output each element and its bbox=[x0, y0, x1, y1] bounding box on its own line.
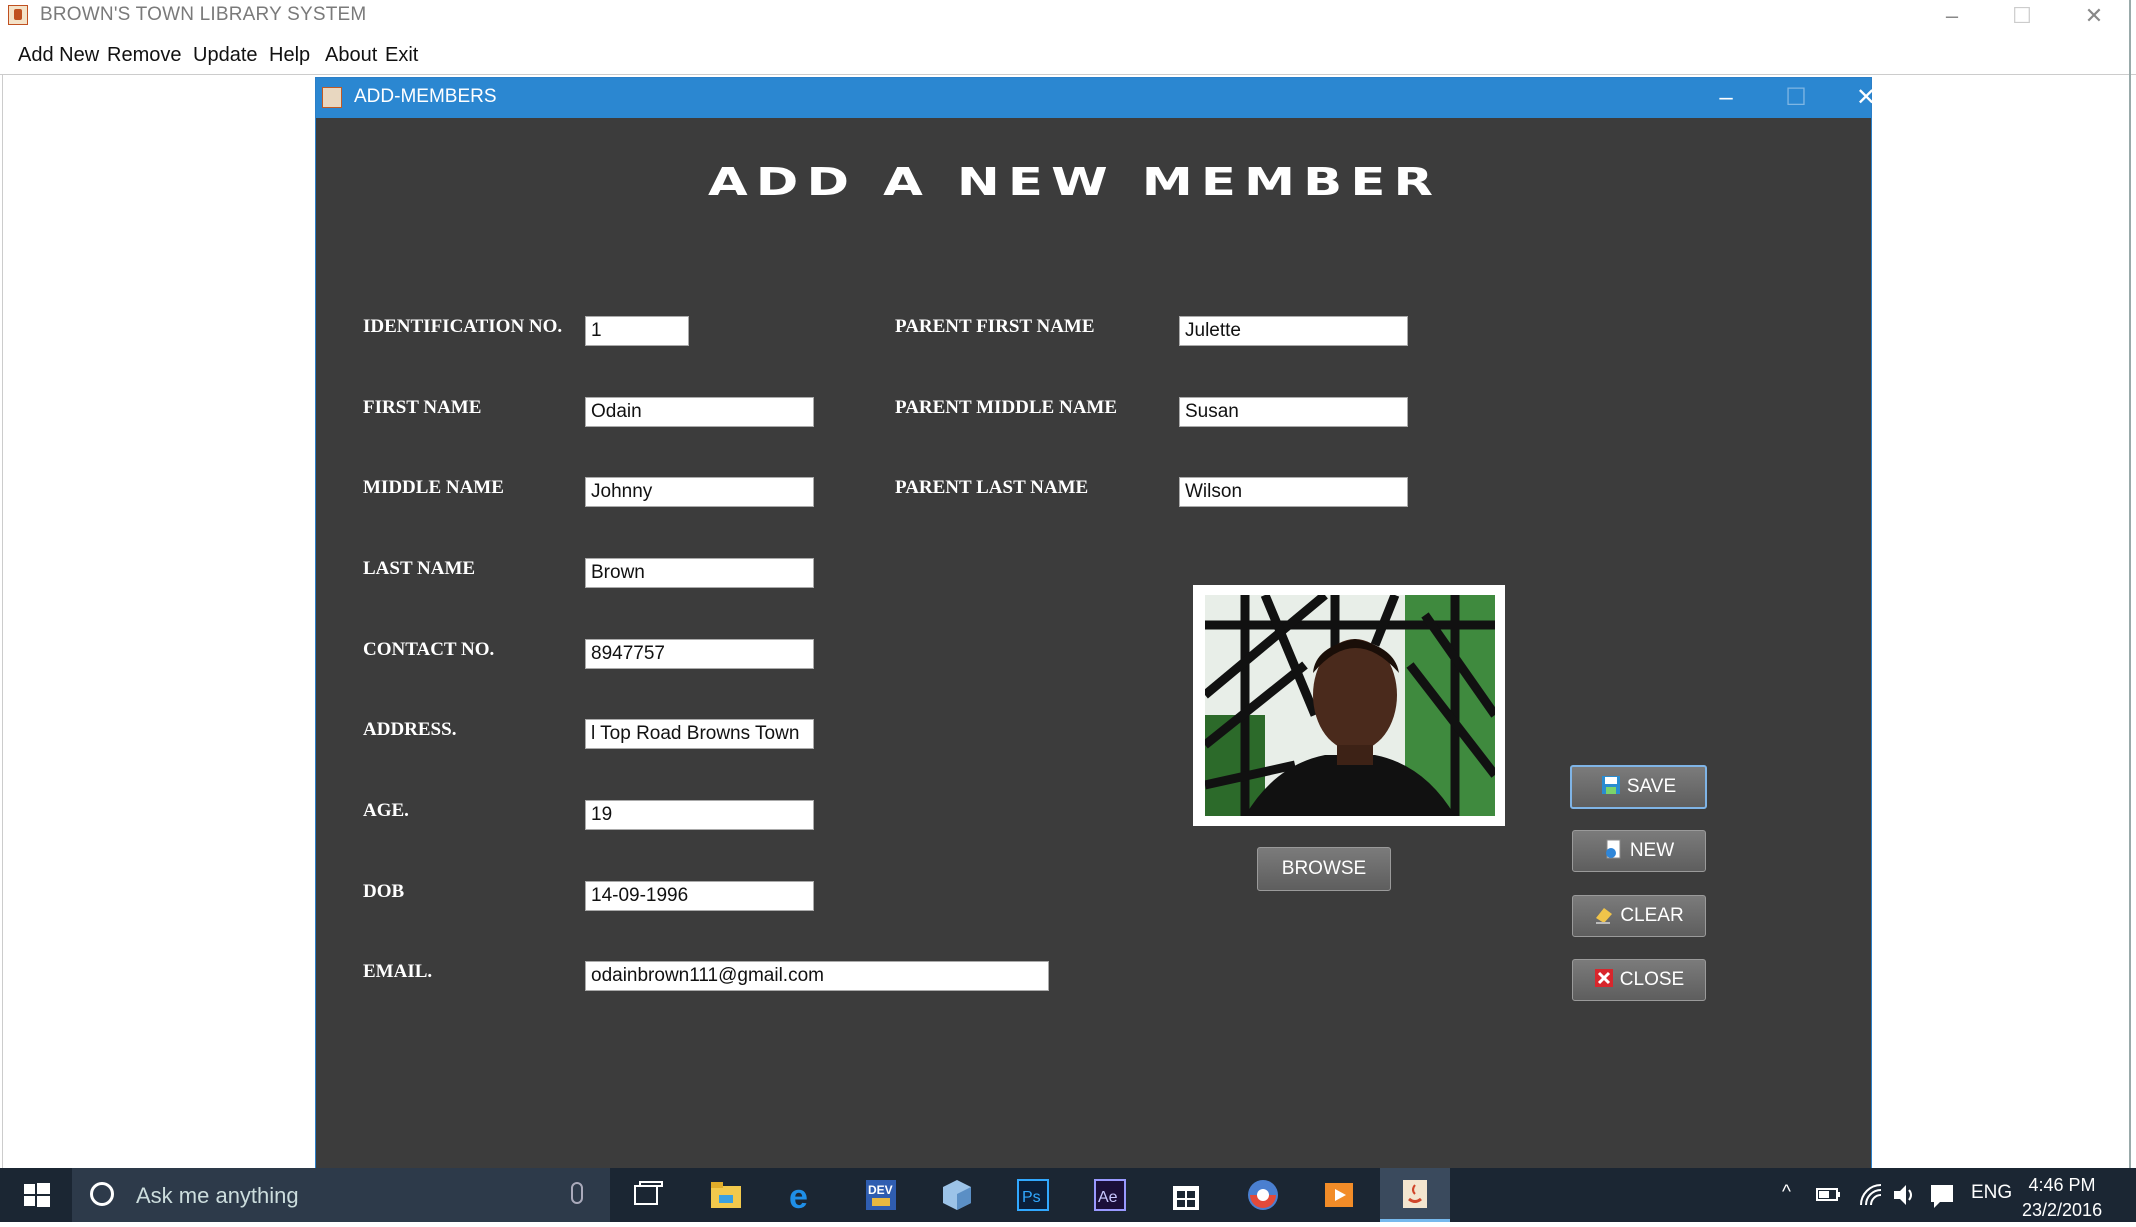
parent-middle-name-label: PARENT MIDDLE NAME bbox=[895, 397, 1118, 418]
search-input[interactable]: Ask me anything bbox=[136, 1183, 299, 1209]
window-border-right bbox=[2129, 0, 2131, 1175]
action-center-icon[interactable] bbox=[1928, 1181, 1956, 1209]
window-border bbox=[2, 75, 3, 1175]
window-title: BROWN'S TOWN LIBRARY SYSTEM bbox=[40, 4, 367, 25]
clear-button[interactable]: CLEAR bbox=[1572, 895, 1706, 937]
age-label: AGE. bbox=[363, 800, 409, 821]
minimize-icon[interactable]: – bbox=[1918, 0, 1986, 31]
save-label: SAVE bbox=[1626, 776, 1677, 797]
dob-field[interactable]: 14-09-1996 bbox=[585, 881, 814, 911]
parent-first-name-label: PARENT FIRST NAME bbox=[895, 316, 1095, 337]
edge-icon[interactable]: e bbox=[787, 1178, 821, 1212]
frame-close-icon[interactable]: ✕ bbox=[1836, 78, 1896, 118]
first-name-field[interactable]: Odain bbox=[585, 397, 814, 427]
frame-title: ADD-MEMBERS bbox=[354, 86, 497, 107]
java-app-icon bbox=[8, 5, 28, 25]
svg-text:DEV: DEV bbox=[868, 1183, 893, 1197]
eraser-icon bbox=[1594, 899, 1614, 924]
menu-remove[interactable]: Remove bbox=[107, 44, 181, 67]
middle-name-field[interactable]: Johnny bbox=[585, 477, 814, 507]
svg-text:Ps: Ps bbox=[1022, 1189, 1041, 1206]
main-titlebar: BROWN'S TOWN LIBRARY SYSTEM – ☐ ✕ bbox=[0, 0, 2136, 31]
clock-time: 4:46 PM bbox=[2028, 1175, 2096, 1195]
save-button[interactable]: SAVE bbox=[1570, 765, 1707, 809]
java-icon bbox=[1403, 1180, 1427, 1208]
file-explorer-icon[interactable] bbox=[709, 1178, 743, 1212]
maximize-icon[interactable]: ☐ bbox=[1988, 0, 2056, 31]
frame-titlebar: ADD-MEMBERS – ☐ ✕ bbox=[316, 78, 1876, 118]
close-x-icon bbox=[1594, 963, 1614, 987]
store-icon[interactable] bbox=[1169, 1178, 1203, 1212]
svg-text:e: e bbox=[789, 1178, 808, 1212]
menu-about[interactable]: About bbox=[325, 44, 377, 67]
wifi-icon[interactable] bbox=[1857, 1181, 1885, 1209]
show-hidden-icons-icon[interactable]: ^ bbox=[1782, 1182, 1791, 1204]
browser-icon[interactable] bbox=[1246, 1178, 1280, 1212]
new-button[interactable]: NEW bbox=[1572, 830, 1706, 872]
parent-last-name-field[interactable]: Wilson bbox=[1179, 477, 1408, 507]
address-label: ADDRESS. bbox=[363, 719, 457, 740]
middle-name-label: MIDDLE NAME bbox=[363, 477, 504, 498]
new-label: NEW bbox=[1629, 840, 1675, 861]
taskbar: Ask me anything e DEV Ps Ae ^ ENG 4:46 P… bbox=[0, 1168, 2136, 1222]
virtualbox-icon[interactable] bbox=[940, 1178, 974, 1212]
dob-label: DOB bbox=[363, 881, 405, 902]
menu-bar: Add New Remove Update Help About Exit bbox=[0, 38, 2136, 74]
microphone-icon[interactable] bbox=[571, 1182, 583, 1204]
parent-middle-name-field[interactable]: Susan bbox=[1179, 397, 1408, 427]
email-label: EMAIL. bbox=[363, 961, 433, 982]
email-field[interactable]: odainbrown111@gmail.com bbox=[585, 961, 1049, 991]
svg-text:Ae: Ae bbox=[1098, 1189, 1118, 1206]
menu-exit[interactable]: Exit bbox=[385, 44, 418, 67]
menu-divider bbox=[0, 74, 2136, 75]
dev-icon[interactable]: DEV bbox=[864, 1178, 898, 1212]
clock-date: 23/2/2016 bbox=[2022, 1200, 2103, 1220]
volume-icon[interactable] bbox=[1891, 1181, 1919, 1209]
clear-label: CLEAR bbox=[1620, 905, 1684, 926]
media-player-icon[interactable] bbox=[1322, 1178, 1356, 1212]
frame-java-icon bbox=[322, 87, 342, 108]
battery-icon[interactable] bbox=[1815, 1182, 1843, 1208]
first-name-label: FIRST NAME bbox=[363, 397, 482, 418]
close-button[interactable]: CLOSE bbox=[1572, 959, 1706, 1001]
language-indicator[interactable]: ENG bbox=[1971, 1182, 2012, 1204]
id-field[interactable]: 1 bbox=[585, 316, 689, 346]
contact-field[interactable]: 8947757 bbox=[585, 639, 814, 669]
add-members-frame: ADD-MEMBERS – ☐ ✕ ADD A NEW MEMBER IDENT… bbox=[315, 77, 1876, 1175]
contact-label: CONTACT NO. bbox=[363, 639, 495, 660]
address-field[interactable]: l Top Road Browns Town bbox=[585, 719, 814, 749]
parent-first-name-field[interactable]: Julette bbox=[1179, 316, 1408, 346]
id-label: IDENTIFICATION NO. bbox=[363, 316, 563, 337]
photoshop-icon[interactable]: Ps bbox=[1016, 1178, 1050, 1212]
age-field[interactable]: 19 bbox=[585, 800, 814, 830]
parent-last-name-label: PARENT LAST NAME bbox=[895, 477, 1089, 498]
member-photo bbox=[1193, 585, 1505, 826]
menu-help[interactable]: Help bbox=[269, 44, 310, 67]
cortana-icon[interactable] bbox=[90, 1182, 114, 1206]
menu-update[interactable]: Update bbox=[193, 44, 258, 67]
page-title: ADD A NEW MEMBER bbox=[708, 160, 1442, 204]
save-icon bbox=[1601, 770, 1621, 794]
last-name-field[interactable]: Brown bbox=[585, 558, 814, 588]
last-name-label: LAST NAME bbox=[363, 558, 476, 579]
new-document-icon bbox=[1604, 834, 1624, 859]
task-view-icon[interactable] bbox=[632, 1178, 666, 1212]
menu-add-new[interactable]: Add New bbox=[18, 44, 99, 67]
java-app-taskbar-button[interactable] bbox=[1380, 1168, 1450, 1222]
clock[interactable]: 4:46 PM 23/2/2016 bbox=[2022, 1173, 2102, 1223]
close-label: CLOSE bbox=[1619, 969, 1685, 990]
frame-minimize-icon[interactable]: – bbox=[1696, 78, 1756, 118]
after-effects-icon[interactable]: Ae bbox=[1093, 1178, 1127, 1212]
browse-button[interactable]: BROWSE bbox=[1257, 847, 1391, 891]
windows-start-icon[interactable] bbox=[0, 1168, 72, 1222]
frame-maximize-icon[interactable]: ☐ bbox=[1766, 78, 1826, 118]
close-icon[interactable]: ✕ bbox=[2060, 0, 2128, 31]
